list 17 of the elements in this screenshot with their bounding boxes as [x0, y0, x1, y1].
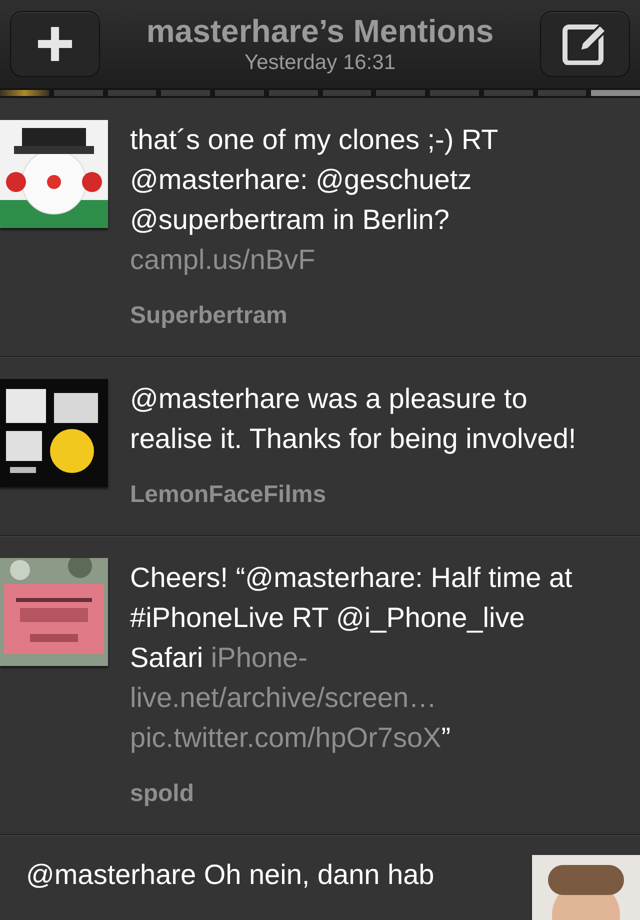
tweet-card[interactable]: Cheers! “@masterhare: Half time at #iPhoneLive RT @i_Phone_live Safari iPhone-live.net/archive/screen… pic.twitter.com/hpOr7soX” spold [0, 536, 640, 835]
compose-button[interactable] [540, 11, 630, 77]
tweet-author: LemonFaceFilms [130, 481, 328, 509]
tweet-card[interactable]: that´s one of my clones ;-) RT @masterhare: @geschuetz @superbertram in Berlin? campl.us/nBvF Superbertram [0, 98, 640, 357]
tweet-card[interactable]: @masterhare was a pleasure to realise it. Thanks for being involved! LemonFaceFilms [0, 357, 640, 536]
tweet-text: @masterhare Oh nein, dann hab [26, 858, 436, 892]
tweet-text: @masterhare was a pleasure to realise it. Thanks for being involved! [130, 382, 578, 456]
add-button[interactable] [10, 11, 100, 77]
tweet-card[interactable]: @masterhare Oh nein, dann hab [0, 835, 640, 920]
tweet-author: spold [130, 780, 195, 808]
plus-icon [36, 25, 74, 63]
tweet-text: Cheers! “@masterhare: Half time at #iPhoneLive RT @i_Phone_live Safari iPhone-live.net/archive/screen… pic.twitter.com/hpOr7soX” [130, 561, 574, 755]
tweet-text: that´s one of my clones ;-) RT @masterhare: @geschuetz @superbertram in Berlin? campl.us/nBvF [130, 123, 499, 277]
tweet-author: Superbertram [130, 302, 288, 330]
header-subtitle: Yesterday 16:31 [244, 50, 396, 76]
header-title: masterhare’s Mentions [146, 12, 494, 50]
compose-icon [562, 23, 608, 65]
